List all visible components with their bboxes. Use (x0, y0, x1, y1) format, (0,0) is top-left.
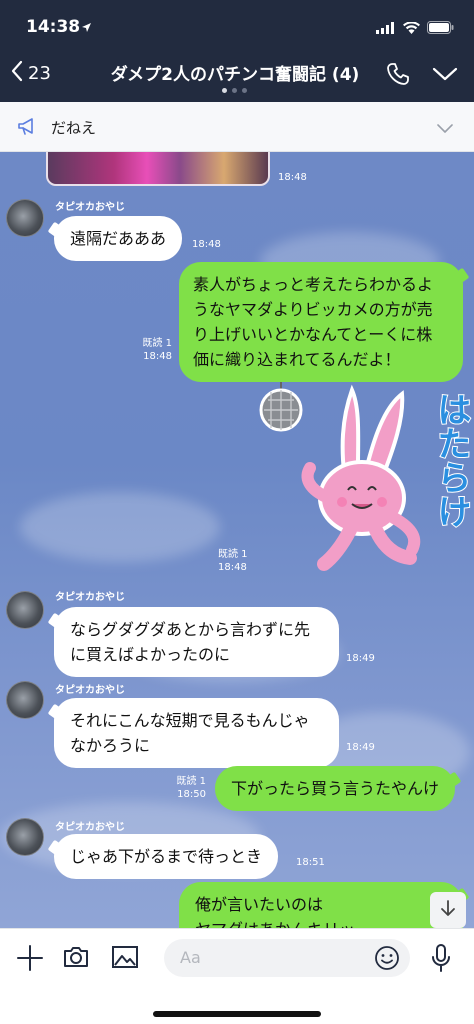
unread-count: 23 (28, 62, 51, 84)
message-bubble[interactable]: 素人がちょっと考えたらわかるよ うなヤマダよりビッカメの方が売 り上げいいとかな… (179, 262, 463, 382)
emoji-icon[interactable] (374, 945, 400, 975)
message-bubble[interactable]: ならグダグダあとから言わずに先 に買えばよかったのに (54, 607, 339, 677)
image-icon[interactable] (111, 944, 139, 974)
home-indicator (153, 1011, 321, 1017)
message-line: 俺が言いたいのは (195, 895, 324, 914)
status-indicators (376, 19, 454, 38)
message-input-bar: Aa (0, 928, 474, 1024)
message-line: り上げいいとかなんてとーくに株 (193, 325, 433, 344)
avatar[interactable] (6, 591, 44, 629)
read-receipt: 既読 1 (142, 338, 172, 349)
message-line: に買えばよかったのに (70, 645, 231, 664)
phone-icon[interactable] (386, 62, 410, 90)
avatar[interactable] (6, 818, 44, 856)
message-image[interactable] (46, 152, 270, 186)
sender-name: タピオカおやじ (55, 202, 125, 213)
message-line: なかろうに (70, 736, 151, 755)
scroll-to-bottom-button[interactable] (430, 892, 466, 928)
arrow-down-icon (440, 899, 456, 921)
message-time: 18:51 (296, 857, 325, 868)
message-line: それにこんな短期で見るもんじゃ (70, 711, 310, 730)
microphone-icon[interactable] (430, 943, 452, 977)
message-line: ヤマダはあかんキリッ (195, 917, 447, 928)
sender-name: タピオカおやじ (55, 822, 125, 833)
avatar[interactable] (6, 199, 44, 237)
message-bubble[interactable]: 俺が言いたいのは ヤマダはあかんキリッ (179, 882, 463, 928)
message-input[interactable]: Aa (164, 939, 410, 977)
message-time: 18:48 (143, 351, 172, 362)
chat-title[interactable]: ダメプ2人のパチンコ奮闘記 (4) (100, 60, 370, 85)
message-time: 18:48 (218, 562, 247, 573)
camera-icon[interactable] (62, 944, 90, 974)
input-placeholder: Aa (180, 948, 201, 967)
plus-icon[interactable] (16, 944, 44, 976)
chat-area[interactable]: 18:48 タピオカおやじ 遠隔だあああ 18:48 素人がちょっと考えたらわか… (0, 152, 474, 928)
message-bubble[interactable]: じゃあ下がるまで待っとき (54, 834, 279, 879)
message-line: ならグダグダあとから言わずに先 (70, 620, 311, 639)
message-bubble[interactable]: 下がったら買う言うたやんけ (215, 766, 456, 811)
page-dots (222, 88, 247, 93)
chat-header: 14:38 23 ダメプ2人のパチンコ奮闘記 (4) (0, 0, 474, 102)
battery-icon (427, 19, 454, 38)
sender-name: タピオカおやじ (55, 685, 125, 696)
message-line: じゃあ下がるまで待っとき (70, 847, 263, 866)
message-time: 18:49 (346, 653, 375, 664)
read-receipt: 既読 1 (176, 776, 206, 787)
message-line: 遠隔だあああ (70, 229, 167, 248)
message-read-meta: 既読 1 18:50 (150, 775, 206, 801)
back-button[interactable]: 23 (10, 60, 51, 86)
message-line: うなヤマダよりビッカメの方が売 (193, 300, 433, 319)
message-read-meta: 既読 1 18:48 (218, 548, 248, 574)
message-read-meta: 既読 1 18:48 (110, 337, 172, 363)
sticker-text: はたらけ (430, 391, 472, 529)
message-line: 価に織り込まれてるんだよ！ (193, 350, 401, 369)
message-bubble[interactable]: 遠隔だあああ (54, 216, 183, 261)
announcement-text: だねえ (51, 119, 97, 137)
wifi-icon (403, 19, 420, 38)
avatar[interactable] (6, 681, 44, 719)
megaphone-icon (17, 118, 37, 140)
message-time: 18:48 (192, 239, 221, 250)
message-line: 下がったら買う言うたやんけ (231, 779, 440, 798)
read-receipt: 既読 1 (218, 549, 248, 560)
sender-name: タピオカおやじ (55, 592, 125, 603)
message-time: 18:49 (346, 742, 375, 753)
expand-chevron-icon[interactable] (436, 120, 454, 139)
message-bubble[interactable]: それにこんな短期で見るもんじゃ なかろうに (54, 698, 339, 768)
signal-icon (376, 19, 396, 38)
announcement-bar[interactable]: だねえ (0, 102, 474, 152)
message-line: 素人がちょっと考えたらわかるよ (193, 275, 434, 294)
back-chevron-icon (10, 60, 24, 86)
message-time: 18:48 (278, 172, 307, 183)
chevron-down-icon[interactable] (432, 66, 458, 86)
message-time: 18:50 (177, 789, 206, 800)
status-time: 14:38 (26, 17, 81, 37)
location-arrow-icon (81, 18, 92, 37)
